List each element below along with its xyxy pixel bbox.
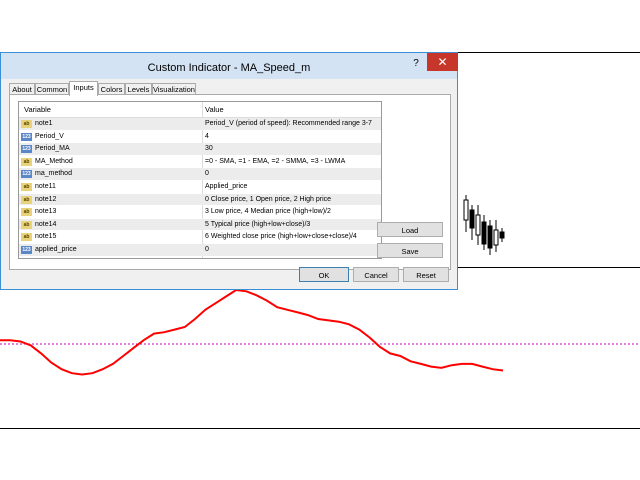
variable-value[interactable]: Period_V (period of speed): Recommended … (205, 120, 372, 127)
grid-row[interactable]: ab note13 3 Low price, 4 Median price (hig… (19, 206, 381, 218)
candle-body (469, 209, 475, 229)
grid-header: Variable Value (19, 102, 381, 118)
grid-row[interactable]: 123 ma_method 0 (19, 168, 381, 180)
variable-name: note14 (35, 220, 57, 228)
variable-name: ma_method (35, 170, 72, 178)
variable-value[interactable]: Applied_price (205, 183, 247, 190)
candle-body (499, 231, 505, 239)
variable-name: note1 (35, 120, 53, 127)
variable-value[interactable]: 0 (205, 170, 209, 177)
variable-value[interactable]: 30 (205, 145, 213, 152)
inputs-grid: Variable Value ab note1 Period_V (period o… (18, 101, 382, 259)
grid-row[interactable]: 123 applied_price 0 (19, 244, 381, 256)
reset-button[interactable]: Reset (403, 267, 449, 282)
ok-button[interactable]: OK (299, 267, 349, 282)
string-variable-icon: ab (21, 157, 32, 166)
grid-row[interactable]: ab note14 5 Typical price (high+low+close)… (19, 218, 381, 231)
grid-row[interactable]: ab note12 0 Close price, 1 Open price, 2 H… (19, 193, 381, 206)
help-icon[interactable]: ? (405, 56, 427, 72)
dialog-title: Custom Indicator - MA_Speed_m (147, 62, 311, 74)
variable-value[interactable]: 3 Low price, 4 Median price (high+low)/2 (205, 208, 331, 215)
variable-value[interactable]: 4 (205, 133, 209, 140)
variable-name: note13 (35, 208, 57, 216)
numeric-variable-icon: 123 (21, 170, 32, 179)
grid-row[interactable]: ab note11 Applied_price (19, 181, 381, 193)
candle-body (475, 214, 481, 236)
load-button-main[interactable]: Load (377, 222, 443, 237)
header-variable: Variable (24, 105, 51, 114)
string-variable-icon: ab (21, 220, 32, 229)
variable-value[interactable]: =0 - SMA, =1 - EMA, =2 - SMMA, =3 - LWMA (205, 158, 345, 165)
variable-name: note11 (35, 183, 56, 190)
grid-row[interactable]: ab MA_Method =0 - SMA, =1 - EMA, =2 - SMMA… (19, 156, 381, 168)
variable-value[interactable]: 6 Weighted close price (high+low+close+c… (205, 233, 357, 240)
close-icon[interactable]: ✕ (427, 53, 458, 71)
variable-value[interactable]: 0 (205, 246, 209, 253)
grid-row[interactable]: 123 Period_MA 30 (19, 143, 381, 155)
tab-inputs[interactable]: Inputs (69, 81, 98, 96)
variable-value[interactable]: 5 Typical price (high+low+close)/3 (205, 221, 310, 228)
numeric-variable-icon: 123 (21, 246, 32, 254)
dialog-titlebar[interactable]: Custom Indicator - MA_Speed_m ? ✕ (1, 53, 458, 79)
string-variable-icon: ab (21, 233, 32, 242)
header-value: Value (205, 105, 224, 114)
string-variable-icon: ab (21, 120, 32, 128)
price-candles (463, 195, 505, 255)
candle-body (487, 225, 493, 249)
candle-body (463, 199, 469, 221)
candle-body (481, 221, 487, 245)
grid-row[interactable]: ab note15 6 Weighted close price (high+low… (19, 231, 381, 243)
string-variable-icon: ab (21, 195, 32, 204)
numeric-variable-icon: 123 (21, 132, 32, 141)
grid-row[interactable]: ab note1 Period_V (period of speed): Recom… (19, 118, 381, 130)
indicator-series-line (0, 288, 504, 376)
cancel-button[interactable]: Cancel (353, 267, 399, 282)
custom-indicator-dialog: Custom Indicator - MA_Speed_m ? ✕ About … (0, 52, 458, 290)
numeric-variable-icon: 123 (21, 145, 32, 154)
candle-body (493, 229, 499, 246)
variable-name: Period_MA (35, 145, 70, 153)
variable-name: Period_V (35, 132, 64, 140)
variable-value[interactable]: 0 Close price, 1 Open price, 2 High pric… (205, 196, 331, 203)
variable-name: note12 (35, 195, 57, 203)
variable-name: note15 (35, 233, 57, 241)
string-variable-icon: ab (21, 183, 32, 191)
string-variable-icon: ab (21, 208, 32, 217)
save-button[interactable]: Save (377, 243, 443, 258)
variable-name: MA_Method (35, 157, 73, 165)
variable-name: applied_price (35, 246, 77, 253)
grid-row[interactable]: 123 Period_V 4 (19, 131, 381, 143)
